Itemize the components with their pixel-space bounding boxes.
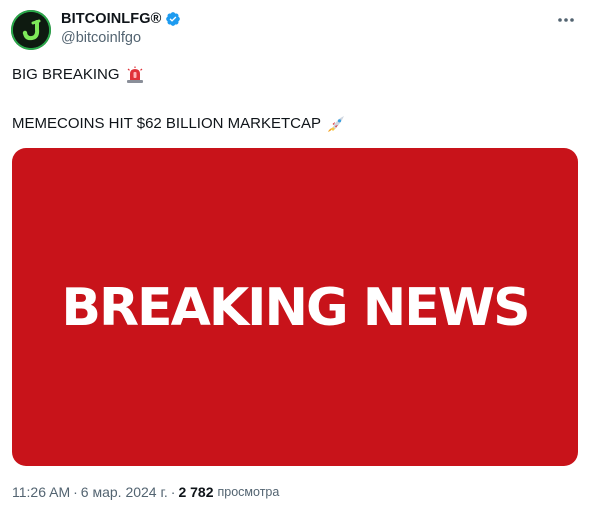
tweet-date[interactable]: 6 мар. 2024 г. xyxy=(81,484,168,500)
views-count: 2 782 xyxy=(178,484,214,500)
avatar-logo-icon xyxy=(13,12,49,48)
rotating-light-icon xyxy=(125,65,145,85)
author-handle[interactable]: @bitcoinlfgo xyxy=(61,30,141,46)
tweet-media-image[interactable]: BREAKING NEWS xyxy=(12,148,578,466)
meta-separator: · xyxy=(170,484,176,500)
tweet-time[interactable]: 11:26 AM xyxy=(12,484,70,500)
tweet-text: BIG BREAKING xyxy=(12,66,120,83)
author-name-row: BITCOINLFG® xyxy=(61,9,181,29)
more-dots-icon xyxy=(558,18,574,22)
tweet-text-line-2: MEMECOINS HIT $62 BILLION MARKETCAP xyxy=(12,114,346,134)
avatar[interactable] xyxy=(11,10,51,50)
rocket-icon xyxy=(326,114,346,134)
views-label: просмотра xyxy=(217,485,280,499)
tweet-text-line-1: BIG BREAKING xyxy=(12,65,145,85)
media-headline: BREAKING NEWS xyxy=(61,278,530,338)
more-options-button[interactable] xyxy=(554,10,578,30)
tweet-meta: 11:26 AM · 6 мар. 2024 г. · 2 782 просмо… xyxy=(12,484,279,500)
tweet-text: MEMECOINS HIT $62 BILLION MARKETCAP xyxy=(12,115,321,132)
display-name[interactable]: BITCOINLFG® xyxy=(61,11,161,27)
meta-separator: · xyxy=(73,484,78,500)
verified-badge-icon xyxy=(166,12,181,26)
tweet-card: BITCOINLFG® @bitcoinlfgo BIG BREAKING ME… xyxy=(0,0,592,510)
